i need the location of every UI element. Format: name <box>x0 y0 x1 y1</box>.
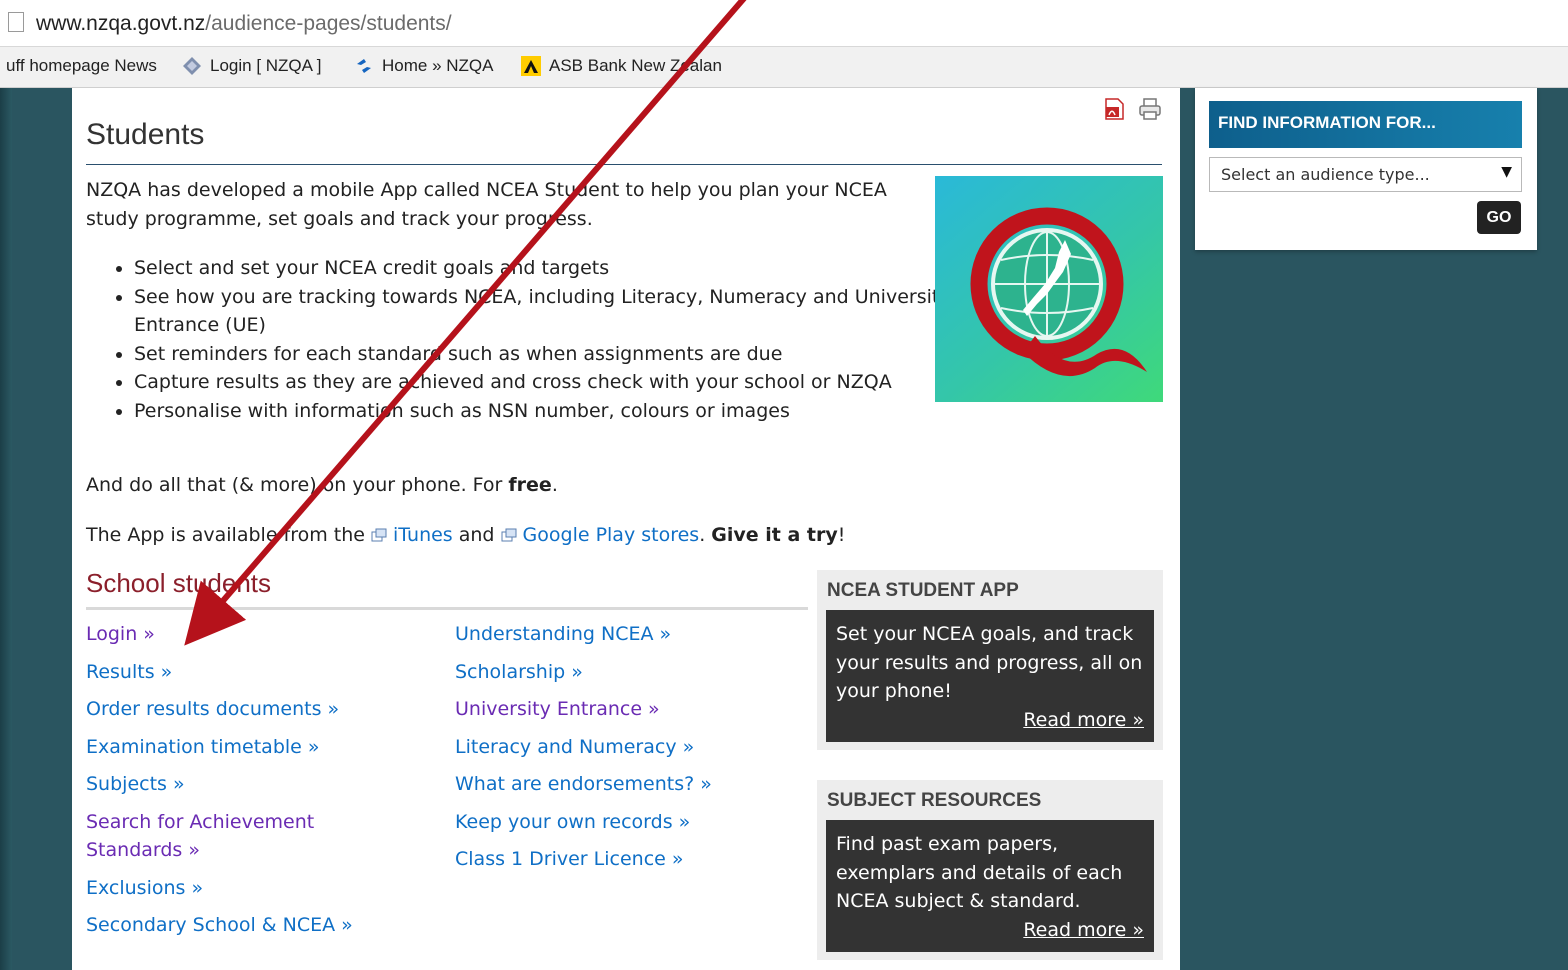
address-bar[interactable]: www.nzqa.govt.nz/audience-pages/students… <box>0 0 1568 47</box>
intro-paragraph: NZQA has developed a mobile App called N… <box>86 179 887 230</box>
select-value: Select an audience type... <box>1221 165 1430 184</box>
read-more-link[interactable]: Read more » <box>836 916 1144 945</box>
q-globe-icon <box>970 207 1147 377</box>
keep-records-link[interactable]: Keep your own records » <box>455 808 775 837</box>
page-icon <box>8 12 24 32</box>
ncea-app-logo[interactable] <box>935 176 1163 402</box>
bookmark-nzqa-login[interactable]: Login [ NZQA ] <box>182 56 322 76</box>
url-host: www.nzqa.govt.nz <box>36 12 206 35</box>
link-label: iTunes <box>393 524 453 546</box>
university-entrance-link[interactable]: University Entrance » <box>455 695 775 724</box>
list-item: Set reminders for each standard such as … <box>134 340 954 369</box>
list-item: Personalise with information such as NSN… <box>134 397 954 426</box>
subjects-link[interactable]: Subjects » <box>86 770 386 799</box>
text: . <box>551 474 558 496</box>
link-label: Google Play stores <box>522 524 700 546</box>
read-more-link[interactable]: Read more » <box>836 706 1144 735</box>
login-link[interactable]: Login » <box>86 620 386 649</box>
school-links-left: Login » Results » Order results document… <box>86 620 386 949</box>
bold-text: Give it a try <box>711 524 838 546</box>
section-title: School students <box>86 568 272 598</box>
exam-timetable-link[interactable]: Examination timetable » <box>86 733 386 762</box>
audience-select[interactable]: Select an audience type... ▼ <box>1209 157 1522 192</box>
order-results-link[interactable]: Order results documents » <box>86 695 386 724</box>
itunes-link[interactable]: iTunes <box>371 524 453 546</box>
print-icon[interactable] <box>1138 98 1162 120</box>
slide-background <box>0 0 12 970</box>
bookmark-label: Home » NZQA <box>382 56 494 75</box>
promo-box: Set your NCEA goals, and track your resu… <box>826 610 1154 742</box>
driver-licence-link[interactable]: Class 1 Driver Licence » <box>455 845 775 874</box>
list-item: See how you are tracking towards NCEA, i… <box>134 283 954 340</box>
scholarship-link[interactable]: Scholarship » <box>455 658 775 687</box>
promo-title: SUBJECT RESOURCES <box>827 790 1042 811</box>
bookmark-label: Login [ NZQA ] <box>210 56 322 75</box>
home-swirl-icon <box>357 59 371 73</box>
text: ! <box>837 524 846 546</box>
pdf-icon[interactable] <box>1103 98 1125 120</box>
free-paragraph: And do all that (& more) on your phone. … <box>86 471 558 500</box>
promo-title: NCEA STUDENT APP <box>827 580 1019 601</box>
main-content: Students NZQA has developed a mobile App… <box>72 88 1180 970</box>
text: And do all that (& more) on your phone. … <box>86 474 509 496</box>
feature-list: Select and set your NCEA credit goals an… <box>86 254 954 425</box>
section-divider <box>86 607 808 610</box>
availability-paragraph: The App is available from the iTunes and… <box>86 521 845 550</box>
literacy-numeracy-link[interactable]: Literacy and Numeracy » <box>455 733 775 762</box>
promo-box: Find past exam papers, exemplars and det… <box>826 820 1154 952</box>
promo-text: Set your NCEA goals, and track your resu… <box>836 623 1143 702</box>
search-standards-link[interactable]: Search for Achievement Standards » <box>86 808 336 865</box>
url-text[interactable]: www.nzqa.govt.nz/audience-pages/students… <box>36 12 452 36</box>
bookmark-label: uff homepage News <box>6 56 157 75</box>
nzqa-diamond-icon <box>183 57 201 75</box>
find-information-widget: FIND INFORMATION FOR... Select an audien… <box>1195 88 1537 250</box>
page-title: Students <box>86 118 205 151</box>
dropdown-arrow-icon: ▼ <box>1501 164 1512 180</box>
ncea-app-promo: NCEA STUDENT APP Set your NCEA goals, an… <box>817 570 1163 750</box>
results-link[interactable]: Results » <box>86 658 386 687</box>
bookmarks-bar: uff homepage News Login [ NZQA ] Home » … <box>0 47 1568 88</box>
list-item: Capture results as they are achieved and… <box>134 368 954 397</box>
external-window-icon <box>501 528 517 542</box>
text: and <box>452 524 501 546</box>
bookmark-stuff[interactable]: uff homepage News <box>6 56 157 76</box>
school-links-right: Understanding NCEA » Scholarship » Unive… <box>455 620 775 883</box>
bold-text: free <box>508 474 552 496</box>
bookmark-home-nzqa[interactable]: Home » NZQA <box>354 56 493 76</box>
go-button[interactable]: GO <box>1477 201 1521 234</box>
text: . <box>699 524 712 546</box>
understanding-ncea-link[interactable]: Understanding NCEA » <box>455 620 775 649</box>
widget-heading: FIND INFORMATION FOR... <box>1209 101 1522 148</box>
endorsements-link[interactable]: What are endorsements? » <box>455 770 775 799</box>
subject-resources-promo: SUBJECT RESOURCES Find past exam papers,… <box>817 780 1163 960</box>
url-path: /audience-pages/students/ <box>205 12 452 35</box>
title-divider <box>86 164 1162 165</box>
text: The App is available from the <box>86 524 372 546</box>
external-window-icon <box>371 528 387 542</box>
widget-heading-text: FIND INFORMATION FOR... <box>1218 113 1436 132</box>
promo-text: Find past exam papers, exemplars and det… <box>836 833 1123 912</box>
google-play-link[interactable]: Google Play stores <box>501 524 700 546</box>
bookmark-asb[interactable]: ASB Bank New Zealan <box>521 56 722 76</box>
asb-logo-icon <box>521 56 541 76</box>
list-item: Select and set your NCEA credit goals an… <box>134 254 954 283</box>
exclusions-link[interactable]: Exclusions » <box>86 874 386 903</box>
bookmark-label: ASB Bank New Zealan <box>549 56 722 75</box>
secondary-school-link[interactable]: Secondary School & NCEA » <box>86 911 386 940</box>
